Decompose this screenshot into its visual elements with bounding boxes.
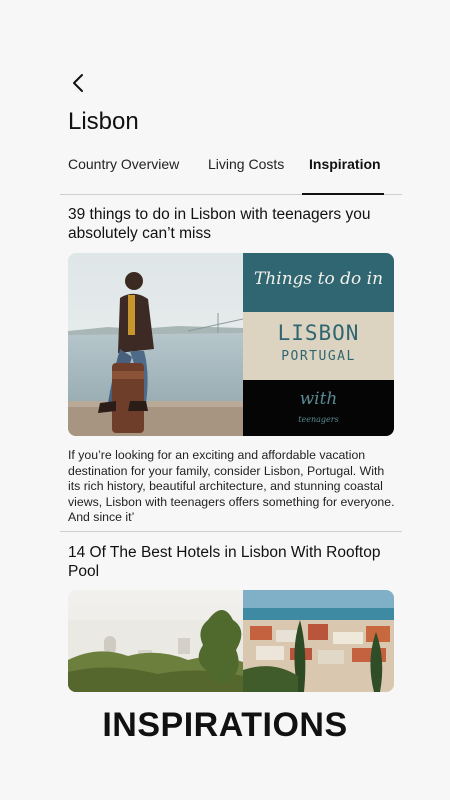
article-title[interactable]: 14 Of The Best Hotels in Lisbon With Roo… [68,543,388,581]
banner-text-lisbon: LISBON [277,321,360,345]
article-image[interactable] [68,590,394,692]
article-excerpt: If you’re looking for an exciting and af… [68,448,395,524]
tab-inspiration[interactable]: Inspiration [309,156,381,172]
photo-lisbon-rooftops [68,590,394,692]
active-tab-indicator [302,193,384,195]
tab-country-overview[interactable]: Country Overview [68,156,179,172]
page-title: Lisbon [68,108,139,135]
banner-text-things: Things to do in [253,269,384,289]
article-image[interactable]: Things to do in LISBON PORTUGAL with tee… [68,253,394,436]
banner-text-portugal: PORTUGAL [281,349,356,364]
tab-bar: Country Overview Living Costs Inspiratio… [60,150,402,195]
tab-living-costs[interactable]: Living Costs [208,156,284,172]
footer-caption: INSPIRATIONS [102,706,348,744]
article-title[interactable]: 39 things to do in Lisbon with teenagers… [68,205,388,243]
banner-text-teenagers: teenagers [298,415,339,424]
banner-text-with: with [299,389,338,409]
divider [60,531,402,532]
photo-woman-lisbon-waterfront [68,253,243,436]
back-button[interactable] [66,70,92,96]
chevron-left-icon [73,74,83,92]
